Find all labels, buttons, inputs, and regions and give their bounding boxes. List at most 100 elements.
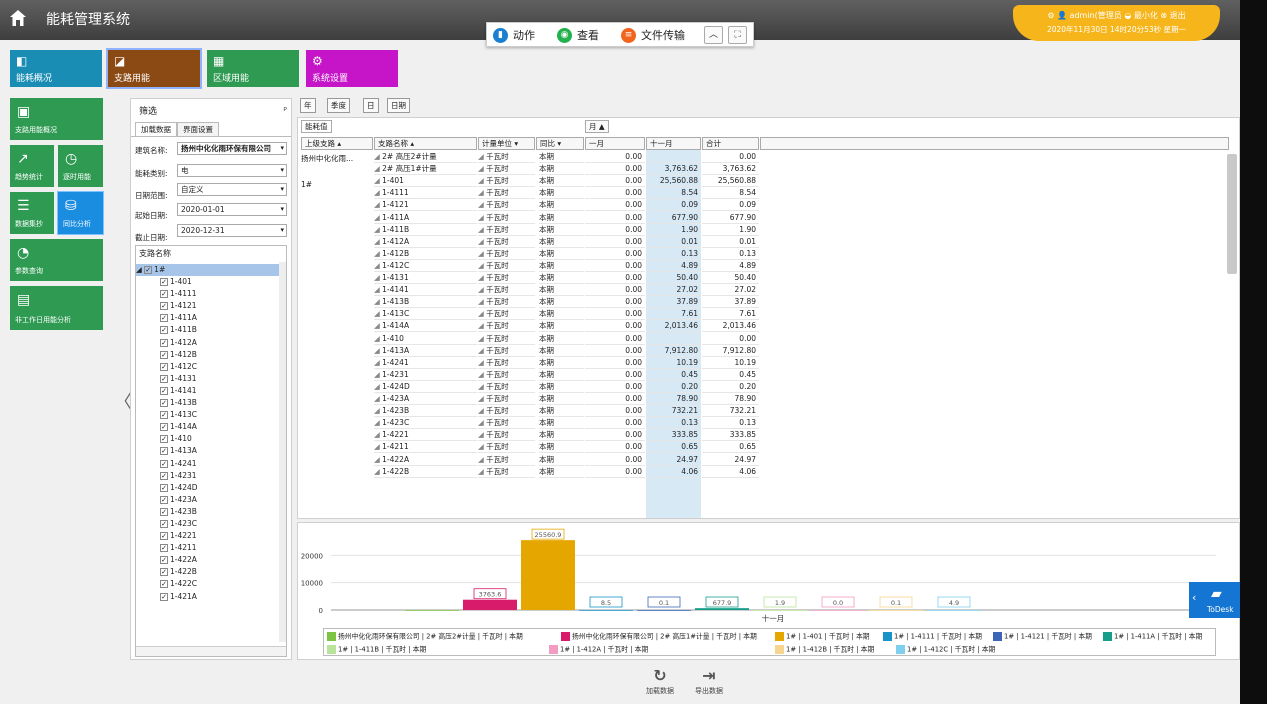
checkbox[interactable]: ✓ — [160, 386, 168, 395]
col-total[interactable]: 合计 — [702, 137, 759, 150]
tree-item[interactable]: ✓ 1-412A — [136, 337, 281, 349]
todesk-widget[interactable]: ‹ ▰ ToDesk — [1189, 582, 1240, 618]
table-row[interactable]: ◢ 1-414A ◢ 千瓦时 本期 0.00 2,013.46 2,013.46 — [298, 320, 768, 333]
minimize-link[interactable]: 最小化 — [1134, 11, 1158, 20]
checkbox[interactable]: ✓ — [160, 350, 168, 359]
tree-item[interactable]: ✓ 1-423B — [136, 506, 281, 518]
tree-item[interactable]: ✓ 1-4231 — [136, 470, 281, 482]
checkbox[interactable]: ✓ — [160, 507, 168, 516]
nav-branch-energy[interactable]: ◪ 支路用能 — [106, 48, 202, 89]
tab-day[interactable]: 日 — [363, 98, 379, 113]
nav-energy-overview[interactable]: ◧ 能耗概况 — [10, 50, 102, 87]
checkbox[interactable]: ✓ — [160, 435, 168, 444]
tab-year[interactable]: 年 — [300, 98, 316, 113]
load-data-button[interactable]: ↻ 加载数据 — [640, 666, 680, 696]
legend-item[interactable]: 1# | 1-4121 | 千瓦时 | 本期 — [993, 632, 1092, 642]
logout-link[interactable]: 退出 — [1170, 11, 1186, 20]
table-row[interactable]: ◢ 1-413C ◢ 千瓦时 本期 0.00 7.61 7.61 — [298, 308, 768, 321]
gear-icon[interactable]: ⚙ — [1047, 11, 1054, 20]
end-date-input[interactable]: 2020-12-31 ▾ — [177, 224, 287, 237]
checkbox[interactable]: ✓ — [160, 580, 168, 589]
tab-quarter[interactable]: 季度 — [327, 98, 350, 113]
tree-item[interactable]: ✓ 1-413B — [136, 397, 281, 409]
legend-item[interactable]: 1# | 1-412B | 千瓦时 | 本期 — [775, 645, 874, 655]
table-row[interactable]: ◢ 1-424D ◢ 千瓦时 本期 0.00 0.20 0.20 — [298, 381, 768, 393]
checkbox[interactable]: ✓ — [160, 471, 168, 480]
tree-item[interactable]: ✓ 1-4221 — [136, 530, 281, 542]
table-row[interactable]: ◢ 1-4211 ◢ 千瓦时 本期 0.00 0.65 0.65 — [298, 441, 768, 454]
bar[interactable] — [579, 609, 633, 611]
tree-item[interactable]: ✓ 1-424D — [136, 482, 281, 494]
table-row[interactable]: ◢ 1-4231 ◢ 千瓦时 本期 0.00 0.45 0.45 — [298, 369, 768, 381]
table-row[interactable]: ◢ 1-423A ◢ 千瓦时 本期 0.00 78.90 78.90 — [298, 393, 768, 406]
legend-item[interactable]: 1# | 1-411B | 千瓦时 | 本期 — [327, 645, 426, 655]
checkbox[interactable]: ✓ — [160, 495, 168, 504]
remote-view-button[interactable]: ◉ 查看 — [557, 26, 599, 44]
logout-icon[interactable]: ⊗ — [1160, 11, 1167, 20]
bar[interactable] — [521, 540, 575, 610]
table-row[interactable]: ◢ 1-4141 ◢ 千瓦时 本期 0.00 27.02 27.02 — [298, 284, 768, 297]
col-parent[interactable]: 上级支路 ▴ — [301, 137, 373, 150]
tree-item[interactable]: ✓ 1-411B — [136, 324, 281, 336]
tree-item[interactable]: ✓ 1-4211 — [136, 542, 281, 554]
nav-system-settings[interactable]: ⚙ 系统设置 — [306, 50, 398, 87]
checkbox[interactable]: ✓ — [160, 556, 168, 565]
table-row[interactable]: ◢ 1-411A ◢ 千瓦时 本期 0.00 677.90 677.90 — [298, 212, 768, 224]
checkbox[interactable]: ✓ — [160, 278, 168, 287]
col-jan[interactable]: 一月 — [585, 137, 645, 150]
legend-item[interactable]: 扬州中化化雨环保有限公司 | 2# 高压2#计量 | 千瓦时 | 本期 — [327, 632, 523, 642]
checkbox[interactable]: ✓ — [160, 290, 168, 299]
grid-scrollbar[interactable] — [1227, 154, 1237, 274]
tree-item[interactable]: ✓ 1-4141 — [136, 385, 281, 397]
tree-item[interactable]: ✓ 1-423A — [136, 494, 281, 506]
tree-item[interactable]: ✓ 1-401 — [136, 276, 281, 288]
checkbox[interactable]: ✓ — [160, 411, 168, 420]
tab-ui-settings[interactable]: 界面设置 — [177, 122, 219, 136]
nav-area-energy[interactable]: ▦ 区域用能 — [207, 50, 299, 87]
tree-item[interactable]: ✓ 1-421A — [136, 591, 281, 603]
checkbox[interactable]: ✓ — [160, 447, 168, 456]
table-row[interactable]: ◢ 1-401 ◢ 千瓦时 本期 0.00 25,560.88 25,560.88 — [298, 175, 768, 188]
tree-item[interactable]: ✓ 1-422A — [136, 554, 281, 566]
table-row[interactable]: ◢ 1-4131 ◢ 千瓦时 本期 0.00 50.40 50.40 — [298, 272, 768, 285]
checkbox[interactable]: ✓ — [160, 302, 168, 311]
table-row[interactable]: ◢ 1-412A ◢ 千瓦时 本期 0.00 0.01 0.01 — [298, 236, 768, 248]
table-row[interactable]: ◢ 1-4121 ◢ 千瓦时 本期 0.00 0.09 0.09 — [298, 199, 768, 212]
tree-item-root[interactable]: ◢ ✓ 1# — [136, 264, 281, 277]
checkbox[interactable]: ✓ — [160, 568, 168, 577]
export-data-button[interactable]: ⇥ 导出数据 — [689, 666, 729, 696]
legend-item[interactable]: 1# | 1-401 | 千瓦时 | 本期 — [775, 632, 870, 642]
checkbox[interactable]: ✓ — [160, 592, 168, 601]
tree-item[interactable]: ✓ 1-412B — [136, 349, 281, 361]
table-row[interactable]: ◢ 1-4221 ◢ 千瓦时 本期 0.00 333.85 333.85 — [298, 429, 768, 442]
remote-file-button[interactable]: ≡ 文件传输 — [621, 26, 685, 44]
user-name[interactable]: admin(管理员 — [1070, 11, 1122, 20]
checkbox[interactable]: ✓ — [160, 338, 168, 347]
side-nonworkday[interactable]: ▤ 非工作日用能分析 — [10, 286, 103, 330]
checkbox[interactable]: ✓ — [160, 399, 168, 408]
tree-item[interactable]: ✓ 1-4241 — [136, 458, 281, 470]
table-row[interactable]: ◢ 2# 高压2#计量 ◢ 千瓦时 本期 0.00 0.00 — [298, 151, 768, 164]
fullscreen-icon[interactable]: ⛶ — [728, 26, 747, 44]
table-row[interactable]: ◢ 1-413B ◢ 千瓦时 本期 0.00 37.89 37.89 — [298, 296, 768, 309]
chevron-up-icon[interactable]: ︿ — [704, 26, 723, 44]
checkbox[interactable]: ✓ — [160, 544, 168, 553]
side-data-collection[interactable]: ☰ 数据集抄 — [10, 192, 54, 234]
legend-item[interactable]: 1# | 1-4111 | 千瓦时 | 本期 — [883, 632, 982, 642]
tree-scrollbar[interactable] — [279, 262, 286, 642]
month-filter[interactable]: 月 ▲ — [585, 120, 609, 133]
tab-load-data[interactable]: 加载数据 — [135, 122, 177, 136]
col-unit[interactable]: 计量单位 ▾ — [478, 137, 535, 150]
checkbox[interactable]: ✓ — [160, 362, 168, 371]
tree-hscrollbar[interactable] — [136, 646, 286, 656]
checkbox[interactable]: ✓ — [160, 483, 168, 492]
checkbox[interactable]: ✓ — [160, 459, 168, 468]
col-yoy[interactable]: 同比 ▾ — [536, 137, 584, 150]
col-branch[interactable]: 支路名称 ▴ — [374, 137, 477, 150]
tree-item[interactable]: ✓ 1-412C — [136, 361, 281, 373]
bar[interactable] — [927, 609, 981, 611]
tree-item[interactable]: ✓ 1-414A — [136, 421, 281, 433]
range-select[interactable]: 自定义 ▾ — [177, 183, 287, 196]
bar[interactable] — [811, 610, 865, 611]
expand-icon[interactable]: ◢ — [136, 265, 142, 274]
